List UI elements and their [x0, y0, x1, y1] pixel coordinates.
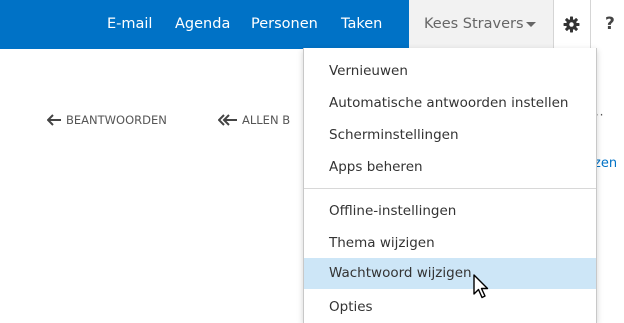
settings-menu: Vernieuwen Automatische antwoorden inste… — [303, 48, 597, 323]
arrow-left-icon — [47, 114, 61, 126]
side-link[interactable]: zen — [594, 156, 617, 171]
reply-button[interactable]: BEANTWOORDEN — [47, 110, 197, 130]
menu-item-scherminstellingen[interactable]: Scherminstellingen — [304, 120, 596, 151]
menu-item-wachtwoord-wijzigen[interactable]: Wachtwoord wijzigen — [304, 258, 596, 289]
menu-item-apps-beheren[interactable]: Apps beheren — [304, 152, 596, 183]
mouse-pointer-icon — [473, 274, 489, 299]
nav-personen[interactable]: Personen — [251, 0, 318, 49]
user-account-button[interactable]: Kees Stravers — [409, 0, 553, 49]
reply-all-label: ALLEN B — [242, 113, 291, 127]
chevron-down-icon — [526, 22, 536, 27]
menu-item-vernieuwen[interactable]: Vernieuwen — [304, 56, 596, 87]
help-button[interactable]: ? — [590, 0, 624, 49]
menu-separator — [304, 188, 596, 189]
menu-item-thema-wijzigen[interactable]: Thema wijzigen — [304, 228, 596, 259]
top-navigation-bar: E-mail Agenda Personen Taken Kees Strave… — [0, 0, 624, 49]
user-name: Kees Stravers — [424, 16, 524, 32]
reply-all-button[interactable]: ALLEN B — [218, 110, 303, 130]
double-arrow-left-icon — [218, 114, 237, 126]
settings-button[interactable] — [553, 0, 590, 49]
menu-item-automatische-antwoorden[interactable]: Automatische antwoorden instellen — [304, 88, 596, 119]
nav-taken[interactable]: Taken — [341, 0, 382, 49]
reply-label: BEANTWOORDEN — [66, 113, 167, 127]
menu-item-offline-instellingen[interactable]: Offline-instellingen — [304, 196, 596, 227]
nav-email[interactable]: E-mail — [107, 0, 152, 49]
nav-agenda[interactable]: Agenda — [175, 0, 230, 49]
gear-icon — [563, 16, 580, 33]
menu-item-opties[interactable]: Opties — [304, 292, 596, 323]
